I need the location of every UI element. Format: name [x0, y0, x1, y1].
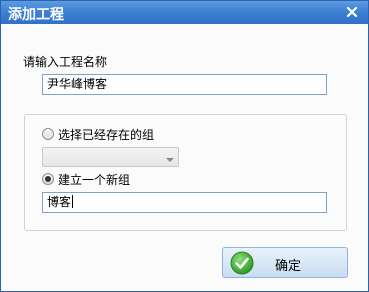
title-bar: 添加工程 — [1, 1, 368, 24]
add-project-dialog: 添加工程 请输入工程名称 尹华峰博客 选择已经存在的组 建立一个新组 博客 确定 — [0, 0, 369, 292]
new-group-radio[interactable] — [42, 173, 54, 185]
text-caret — [72, 195, 74, 208]
existing-group-label[interactable]: 选择已经存在的组 — [58, 126, 154, 143]
ok-button[interactable]: 确定 — [222, 247, 348, 278]
project-name-value: 尹华峰博客 — [47, 77, 108, 91]
new-group-value: 博客 — [47, 195, 72, 209]
project-name-label: 请输入工程名称 — [23, 55, 108, 69]
close-icon[interactable] — [345, 3, 359, 21]
existing-group-radio[interactable] — [42, 128, 54, 140]
project-name-input[interactable]: 尹华峰博客 — [42, 74, 327, 95]
chevron-down-icon — [165, 153, 175, 162]
dialog-title: 添加工程 — [8, 7, 64, 23]
ok-button-label: 确定 — [275, 259, 302, 274]
check-icon — [230, 251, 254, 275]
new-group-label[interactable]: 建立一个新组 — [58, 171, 130, 188]
existing-group-select[interactable] — [42, 147, 179, 167]
new-group-input[interactable]: 博客 — [42, 192, 327, 213]
